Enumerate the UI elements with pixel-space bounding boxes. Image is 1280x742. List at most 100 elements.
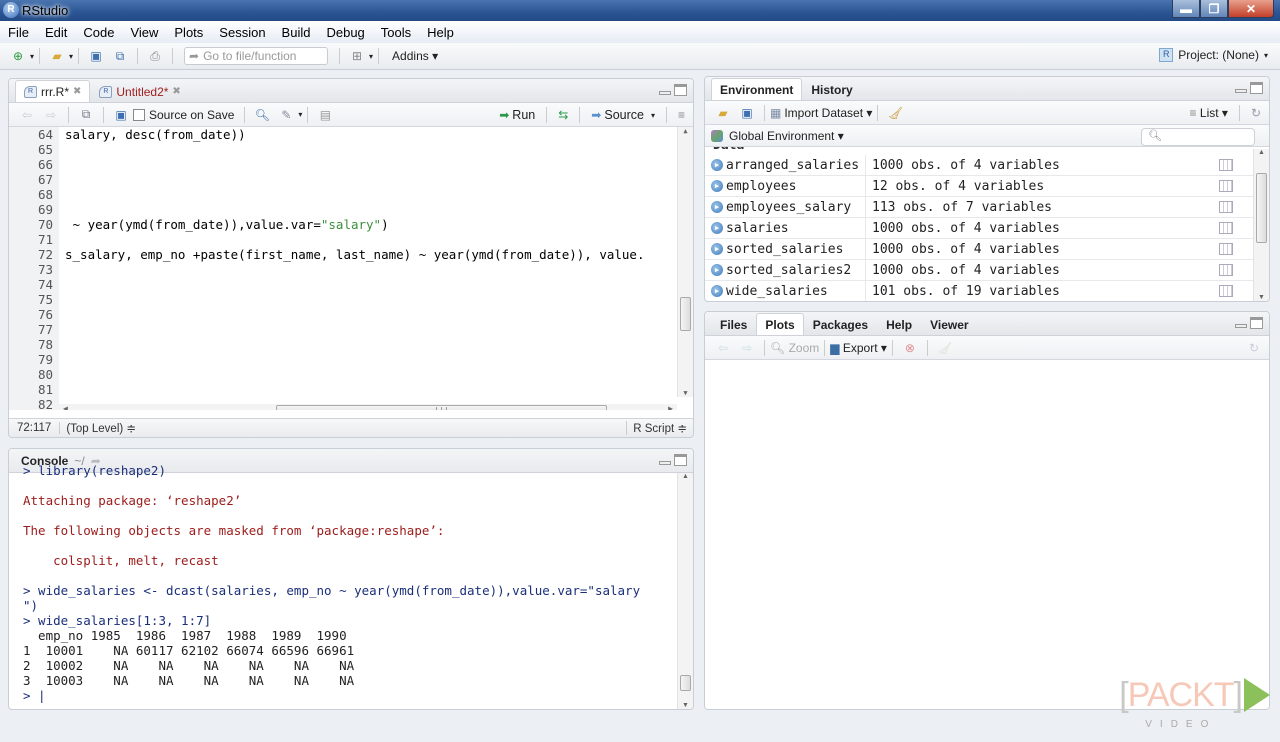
tab-packages[interactable]: Packages: [804, 313, 877, 335]
expand-icon[interactable]: ▶: [711, 264, 723, 276]
list-view-button[interactable]: ≡ List ▾: [1190, 106, 1228, 120]
view-data-icon[interactable]: [1219, 159, 1233, 171]
load-workspace-icon[interactable]: ▰: [715, 105, 731, 121]
environment-search[interactable]: 🔍︎: [1141, 128, 1255, 146]
view-data-icon[interactable]: [1219, 243, 1233, 255]
code-line[interactable]: [65, 187, 644, 202]
expand-icon[interactable]: ▶: [711, 201, 723, 213]
import-dataset-button[interactable]: ▦Import Dataset ▾: [770, 106, 872, 120]
close-tab-icon[interactable]: ✖: [73, 86, 81, 97]
minimize-button[interactable]: ▬: [1172, 0, 1200, 18]
save-icon[interactable]: ▣: [88, 48, 104, 64]
tab-rrr-r[interactable]: Rrrr.R*✖: [15, 80, 90, 102]
pane-layout-icon[interactable]: ⊞: [349, 48, 365, 64]
console-scrollbar[interactable]: ▲ ▼: [677, 473, 693, 709]
environment-row[interactable]: ▶sorted_salaries1000 obs. of 4 variables: [705, 239, 1255, 260]
maximize-pane-button[interactable]: [1250, 317, 1263, 329]
rerun-icon[interactable]: ⇆: [558, 108, 568, 122]
minimize-pane-button[interactable]: [1235, 89, 1247, 93]
broom-icon[interactable]: 🧹︎: [887, 105, 903, 121]
broom-icon[interactable]: 🧹︎: [937, 340, 953, 356]
expand-icon[interactable]: ▶: [711, 222, 723, 234]
tab-plots[interactable]: Plots: [756, 313, 803, 335]
environment-row[interactable]: ▶salaries1000 obs. of 4 variables: [705, 218, 1255, 239]
expand-icon[interactable]: ▶: [711, 243, 723, 255]
expand-icon[interactable]: ▶: [711, 285, 723, 297]
environment-row[interactable]: ▶employees_salary113 obs. of 7 variables: [705, 197, 1255, 218]
refresh-icon[interactable]: ↻: [1251, 106, 1261, 120]
new-file-icon[interactable]: ⊕: [10, 48, 26, 64]
code-line[interactable]: [65, 157, 644, 172]
view-data-icon[interactable]: [1219, 264, 1233, 276]
menu-plots[interactable]: Plots: [174, 25, 203, 40]
search-icon[interactable]: 🔍︎: [254, 107, 270, 123]
show-in-window-icon[interactable]: ⧉: [78, 107, 94, 123]
code-line[interactable]: [65, 277, 644, 292]
maximize-pane-button[interactable]: [1250, 82, 1263, 94]
source-on-save-checkbox[interactable]: [133, 109, 145, 121]
minimize-pane-button[interactable]: [1235, 324, 1247, 328]
code-line[interactable]: [65, 307, 644, 322]
tab-history[interactable]: History: [802, 78, 861, 100]
environment-row[interactable]: ▶wide_salaries101 obs. of 19 variables: [705, 281, 1255, 302]
tab-untitled2[interactable]: RUntitled2*✖: [90, 80, 189, 102]
print-icon[interactable]: ⎙: [147, 48, 163, 64]
close-button[interactable]: ✕: [1228, 0, 1274, 18]
code-line[interactable]: [65, 262, 644, 277]
menu-file[interactable]: File: [8, 25, 29, 40]
code-line[interactable]: ~ year(ymd(from_date)),value.var="salary…: [65, 217, 644, 232]
save-icon[interactable]: ▣: [113, 107, 129, 123]
menu-help[interactable]: Help: [427, 25, 454, 40]
minimize-pane-button[interactable]: [659, 91, 671, 95]
menu-edit[interactable]: Edit: [45, 25, 67, 40]
code-line[interactable]: [65, 232, 644, 247]
tab-files[interactable]: Files: [711, 313, 756, 335]
goto-file-input[interactable]: ➦Go to file/function: [184, 47, 328, 65]
open-folder-icon[interactable]: ▰: [49, 48, 65, 64]
tab-help[interactable]: Help: [877, 313, 921, 335]
code-line[interactable]: [65, 292, 644, 307]
environment-scrollbar[interactable]: ▲ ▼: [1253, 149, 1269, 301]
menu-code[interactable]: Code: [83, 25, 114, 40]
tab-environment[interactable]: Environment: [711, 78, 802, 100]
code-line[interactable]: [65, 172, 644, 187]
code-line[interactable]: [65, 322, 644, 337]
console-output[interactable]: > library(reshape2)Attaching package: ‘r…: [9, 463, 679, 703]
environment-row[interactable]: ▶employees12 obs. of 4 variables: [705, 176, 1255, 197]
code-line[interactable]: [65, 142, 644, 157]
restore-button[interactable]: ❐: [1200, 0, 1228, 18]
global-environment-selector[interactable]: Global Environment ▾: [729, 129, 844, 143]
scope-selector[interactable]: (Top Level) ≑: [60, 421, 626, 435]
view-data-icon[interactable]: [1219, 180, 1233, 192]
menu-session[interactable]: Session: [219, 25, 265, 40]
view-data-icon[interactable]: [1219, 201, 1233, 213]
code-line[interactable]: [65, 202, 644, 217]
code-line[interactable]: [65, 382, 644, 397]
view-data-icon[interactable]: [1219, 222, 1233, 234]
view-data-icon[interactable]: [1219, 285, 1233, 297]
close-tab-icon[interactable]: ✖: [172, 86, 180, 97]
editor-horizontal-scrollbar[interactable]: ◀ ||| ▶: [59, 404, 677, 410]
editor-vertical-scrollbar[interactable]: ▲ ▼: [677, 127, 693, 397]
forward-icon[interactable]: ⇨: [43, 107, 59, 123]
code-line[interactable]: [65, 367, 644, 382]
code-line[interactable]: [65, 352, 644, 367]
file-type-selector[interactable]: R Script ≑: [626, 421, 693, 435]
tab-viewer[interactable]: Viewer: [921, 313, 977, 335]
next-plot-icon[interactable]: ⇨: [739, 340, 755, 356]
maximize-pane-button[interactable]: [674, 84, 687, 96]
export-button[interactable]: ▆ Export ▾: [830, 341, 887, 355]
code-editor[interactable]: 6465666768697071727374757677787980818283…: [9, 127, 693, 410]
compile-report-icon[interactable]: ▤: [317, 107, 333, 123]
menu-tools[interactable]: Tools: [381, 25, 411, 40]
refresh-icon[interactable]: ↻: [1249, 341, 1259, 355]
code-line[interactable]: [65, 337, 644, 352]
expand-icon[interactable]: ▶: [711, 159, 723, 171]
outline-icon[interactable]: ≡: [678, 108, 685, 122]
code-line[interactable]: s_salary, emp_no +paste(first_name, last…: [65, 247, 644, 262]
save-all-icon[interactable]: ⧉: [112, 48, 128, 64]
environment-row[interactable]: ▶arranged_salaries1000 obs. of 4 variabl…: [705, 155, 1255, 176]
source-button[interactable]: ➡Source▾: [591, 108, 655, 122]
addins-menu[interactable]: Addins ▾: [392, 49, 438, 63]
menu-debug[interactable]: Debug: [326, 25, 364, 40]
